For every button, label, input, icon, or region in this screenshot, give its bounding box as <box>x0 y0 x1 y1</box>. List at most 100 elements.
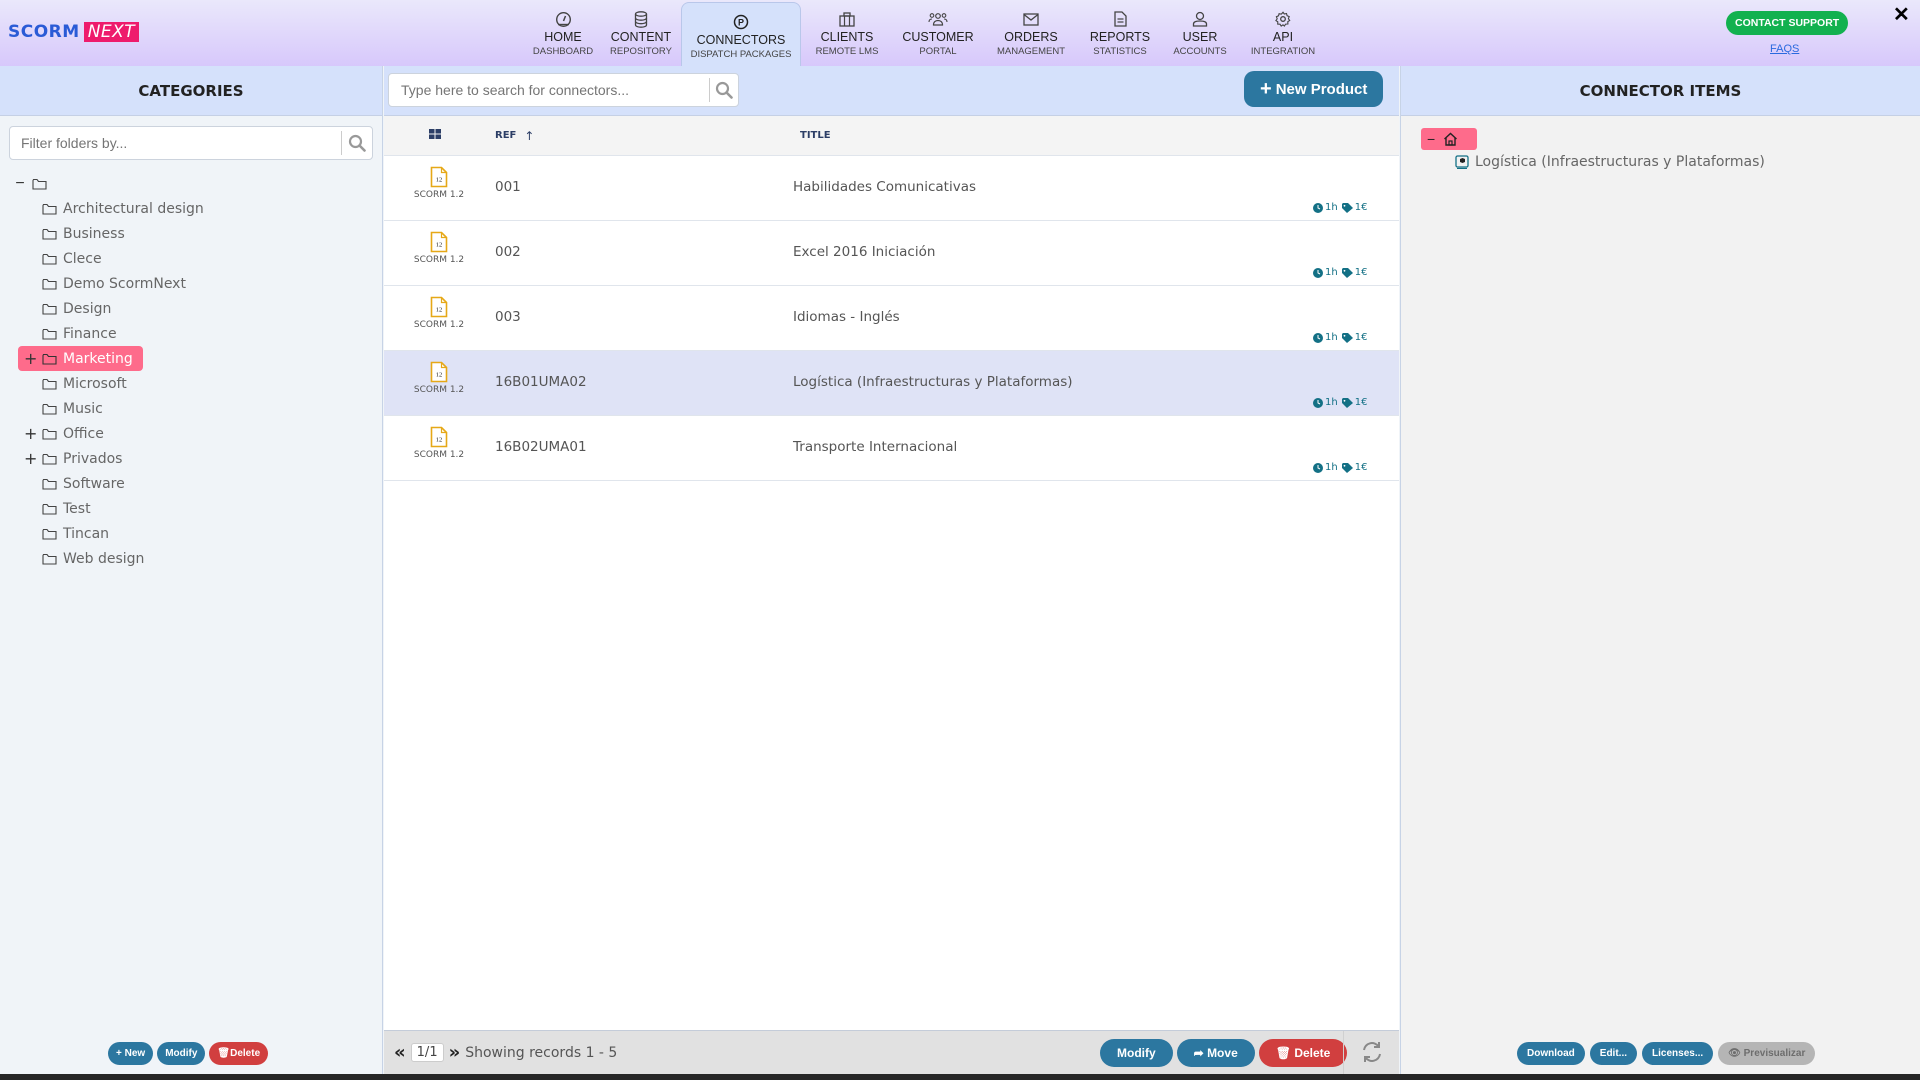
folder-label: Office <box>63 425 104 442</box>
folder-label: Microsoft <box>63 375 127 392</box>
connector-items-root[interactable]: − <box>1421 128 1477 150</box>
nav-orders[interactable]: ORDERS MANAGEMENT <box>983 0 1079 64</box>
last-page-icon[interactable]: » <box>449 1042 461 1063</box>
folder-item[interactable]: Business <box>14 221 204 246</box>
table-row[interactable]: 12 SCORM 1.2 16B02UMA01 Transporte Internac… <box>384 416 1399 481</box>
search-icon[interactable] <box>342 134 372 152</box>
table-row[interactable]: 12 SCORM 1.2 001 Habilidades Comunicativas 1… <box>384 156 1399 221</box>
column-title[interactable]: TITLE <box>800 130 831 141</box>
connector-search-input[interactable] <box>389 74 709 106</box>
connectors-toolbar: + New Product <box>384 66 1399 116</box>
folder-item[interactable]: Design <box>14 296 204 321</box>
tree-root[interactable]: − <box>14 172 204 196</box>
folder-item[interactable]: + Office <box>14 421 204 446</box>
table-row[interactable]: 12 SCORM 1.2 16B01UMA02 Logística (Infraest… <box>384 351 1399 416</box>
main-nav: HOME DASHBOARD CONTENT REPOSITORY P CONN… <box>525 0 1327 66</box>
price-tag-icon <box>1341 332 1353 343</box>
folder-label: Architectural design <box>63 200 204 217</box>
edit-button[interactable]: Edit... <box>1589 1042 1638 1065</box>
folder-item[interactable]: Clece <box>14 246 204 271</box>
row-duration: 1h <box>1325 332 1338 343</box>
nav-user-title: USER <box>1182 30 1218 44</box>
expand-icon[interactable]: + <box>24 424 37 443</box>
package-type: 12 SCORM 1.2 <box>409 361 469 395</box>
trash-icon: 🗑 <box>1275 1045 1295 1060</box>
divider <box>1343 1031 1344 1075</box>
delete-button[interactable]: 🗑 Delete <box>1258 1038 1348 1067</box>
trash-icon: 🗑 <box>217 1048 231 1059</box>
logo[interactable]: SCORM NEXT <box>8 22 140 42</box>
contact-support-button[interactable]: CONTACT SUPPORT <box>1726 11 1849 35</box>
nav-orders-title: ORDERS <box>1004 30 1058 44</box>
row-duration: 1h <box>1325 462 1338 473</box>
collapse-icon[interactable]: − <box>1427 131 1435 147</box>
filter-folders-field <box>9 126 373 160</box>
nav-home-sub: DASHBOARD <box>532 46 594 57</box>
page-input[interactable]: 1/1 <box>410 1043 444 1062</box>
nav-api[interactable]: API INTEGRATION <box>1239 0 1327 64</box>
categories-title: CATEGORIES <box>0 66 382 116</box>
modify-category-button[interactable]: Modify <box>157 1042 206 1065</box>
filter-folders-input[interactable] <box>10 127 341 159</box>
download-button[interactable]: Download <box>1517 1042 1585 1065</box>
nav-orders-sub: MANAGEMENT <box>996 46 1066 57</box>
row-title: Habilidades Comunicativas <box>793 179 977 195</box>
nav-customer[interactable]: CUSTOMER PORTAL <box>893 0 983 64</box>
collapse-icon[interactable]: − <box>14 175 26 193</box>
expand-icon[interactable]: + <box>24 449 37 468</box>
nav-reports[interactable]: REPORTS STATISTICS <box>1079 0 1161 64</box>
nav-content-sub: REPOSITORY <box>610 46 672 57</box>
folder-label: Web design <box>63 550 145 567</box>
svg-text:12: 12 <box>436 242 443 249</box>
connector-item[interactable]: Logística (Infraestructuras y Plataforma… <box>1455 154 1765 170</box>
folder-item[interactable]: Demo ScormNext <box>14 271 204 296</box>
nav-user[interactable]: USER ACCOUNTS <box>1161 0 1239 64</box>
move-button[interactable]: ➦ Move <box>1176 1038 1255 1067</box>
nav-connectors-sub: DISPATCH PACKAGES <box>690 49 792 60</box>
table-row[interactable]: 12 SCORM 1.2 002 Excel 2016 Iniciación 1h 1€ <box>384 221 1399 286</box>
nav-connectors-title: CONNECTORS <box>696 33 786 47</box>
nav-connectors[interactable]: P CONNECTORS DISPATCH PACKAGES <box>681 2 801 66</box>
row-ref: 16B01UMA02 <box>495 374 587 390</box>
column-ref[interactable]: REF ↑ <box>495 129 534 143</box>
new-product-button[interactable]: + New Product <box>1244 71 1384 107</box>
table-row[interactable]: 12 SCORM 1.2 003 Idiomas - Inglés 1h 1€ <box>384 286 1399 351</box>
folder-item[interactable]: + Privados <box>14 446 204 471</box>
folder-item[interactable]: Software <box>14 471 204 496</box>
preview-button[interactable]: 👁 Previsualizar <box>1718 1042 1816 1065</box>
refresh-icon[interactable] <box>1360 1040 1384 1069</box>
top-header: SCORM NEXT HOME DASHBOARD CONTENT REPOSI… <box>0 0 1920 66</box>
new-label: New <box>124 1048 146 1059</box>
connector-items-panel: CONNECTOR ITEMS − Logística (Infraestruc… <box>1400 66 1920 1074</box>
search-icon[interactable] <box>710 81 738 99</box>
folder-item[interactable]: Microsoft <box>14 371 204 396</box>
nav-user-sub: ACCOUNTS <box>1173 46 1227 57</box>
grid-icon[interactable] <box>429 129 441 142</box>
nav-clients[interactable]: CLIENTS REMOTE LMS <box>801 0 893 64</box>
scorm-file-icon: 12 <box>430 166 448 188</box>
clock-icon <box>1313 397 1323 408</box>
modify-button[interactable]: Modify <box>1100 1038 1173 1067</box>
taskbar-strip <box>0 1074 1920 1080</box>
folder-item[interactable]: + Marketing <box>18 346 143 371</box>
folder-item[interactable]: Architectural design <box>14 196 204 221</box>
column-ref-label: REF <box>495 130 517 141</box>
folder-item[interactable]: Music <box>14 396 204 421</box>
row-price: 1€ <box>1354 462 1368 473</box>
expand-icon[interactable]: + <box>24 349 37 368</box>
folder-item[interactable]: Tincan <box>14 521 204 546</box>
folder-item[interactable]: Web design <box>14 546 204 571</box>
nav-content[interactable]: CONTENT REPOSITORY <box>601 0 681 64</box>
nav-home[interactable]: HOME DASHBOARD <box>525 0 601 64</box>
licenses-button[interactable]: Licenses... <box>1642 1042 1714 1065</box>
folder-item[interactable]: Test <box>14 496 204 521</box>
pager: « 1/1 » Showing records 1 - 5 <box>394 1042 617 1063</box>
close-icon[interactable]: ✕ <box>1893 2 1910 27</box>
row-price: 1€ <box>1354 202 1368 213</box>
new-category-button[interactable]: + New <box>108 1042 154 1065</box>
row-meta: 1h 1€ <box>1313 267 1367 278</box>
folder-item[interactable]: Finance <box>14 321 204 346</box>
faqs-link[interactable]: FAQS <box>1770 43 1799 55</box>
first-page-icon[interactable]: « <box>394 1042 406 1063</box>
delete-category-button[interactable]: 🗑Delete <box>209 1042 269 1065</box>
